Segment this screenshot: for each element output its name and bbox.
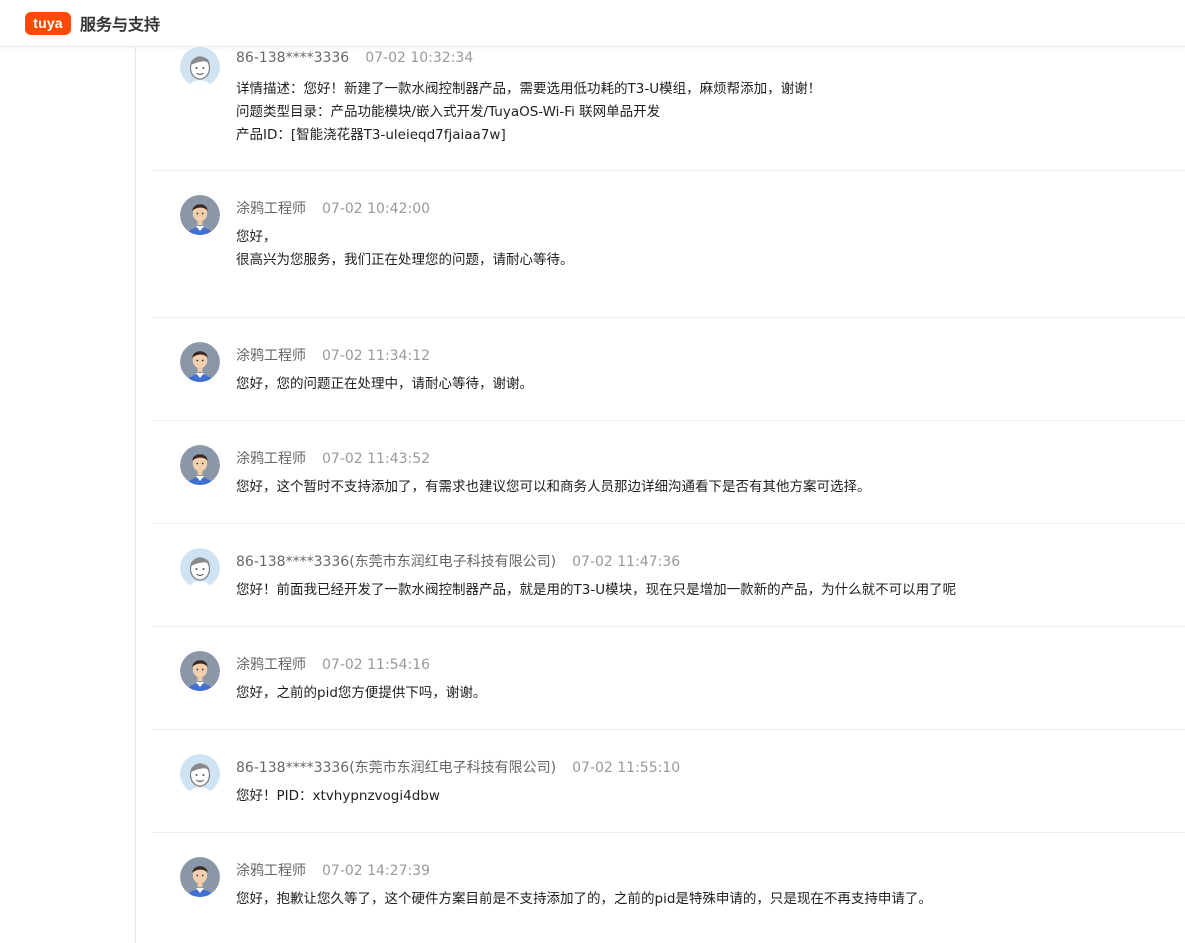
message-item: 涂鸦工程师 07-02 11:54:16 您好，之前的pid您方便提供下吗，谢谢。 — [152, 626, 1185, 730]
message-item: 涂鸦工程师 07-02 10:42:00 您好， 很高兴为您服务，我们正在处理您的… — [152, 170, 1185, 318]
message-line: 您好，这个暂时不支持添加了，有需求也建议您可以和商务人员那边详细沟通看下是否有其… — [236, 479, 871, 495]
message-body: 您好！PID：xtvhypnzvogi4dbw — [236, 785, 440, 808]
user-avatar-icon — [180, 548, 220, 588]
message-item: 86-138****3336(东莞市东润红电子科技有限公司) 07-02 11:4… — [152, 523, 1185, 627]
engineer-avatar-icon — [180, 651, 220, 691]
message-line: 您好， — [236, 229, 277, 245]
sender-name: 86-138****3336 — [236, 50, 350, 66]
page-title: 服务与支持 — [80, 15, 161, 34]
engineer-avatar-icon — [180, 342, 220, 382]
sender-name: 86-138****3336(东莞市东润红电子科技有限公司) — [236, 554, 557, 570]
message-list: 86-138****3336 07-02 10:32:34 详情描述：您好！新建了… — [136, 47, 1185, 943]
message-body: 您好，您的问题正在处理中，请耐心等待，谢谢。 — [236, 373, 533, 396]
left-sidebar — [0, 47, 136, 943]
message-time: 07-02 11:54:16 — [322, 657, 431, 673]
message-body: 您好， 很高兴为您服务，我们正在处理您的问题，请耐心等待。 — [236, 226, 574, 272]
message-body: 您好，之前的pid您方便提供下吗，谢谢。 — [236, 682, 486, 705]
sender-name: 涂鸦工程师 — [236, 863, 306, 879]
message-time: 07-02 14:27:39 — [322, 863, 431, 879]
message-time: 07-02 10:32:34 — [365, 50, 474, 66]
sender-name: 86-138****3336(东莞市东润红电子科技有限公司) — [236, 760, 557, 776]
message-body: 您好！前面我已经开发了一款水阀控制器产品，就是用的T3-U模块，现在只是增加一款… — [236, 579, 956, 602]
message-line: 问题类型目录：产品功能模块/嵌入式开发/TuyaOS-Wi-Fi 联网单品开发 — [236, 104, 661, 120]
engineer-avatar-icon — [180, 445, 220, 485]
message-line: 您好，之前的pid您方便提供下吗，谢谢。 — [236, 685, 487, 701]
user-avatar-icon — [180, 754, 220, 794]
message-time: 07-02 10:42:00 — [322, 201, 431, 217]
message-body: 详情描述：您好！新建了一款水阀控制器产品，需要选用低功耗的T3-U模组，麻烦帮添… — [236, 78, 821, 147]
message-line: 很高兴为您服务，我们正在处理您的问题，请耐心等待。 — [236, 252, 574, 268]
engineer-avatar-icon — [180, 857, 220, 897]
user-avatar-icon — [180, 47, 220, 87]
message-time: 07-02 11:55:10 — [572, 760, 681, 776]
message-time: 07-02 11:34:12 — [322, 348, 431, 364]
message-line: 您好！PID：xtvhypnzvogi4dbw — [236, 788, 440, 804]
message-item: 涂鸦工程师 07-02 11:43:52 您好，这个暂时不支持添加了，有需求也建议… — [152, 420, 1185, 524]
sender-name: 涂鸦工程师 — [236, 201, 306, 217]
top-header: tuya 服务与支持 — [0, 0, 1185, 47]
message-body: 您好，这个暂时不支持添加了，有需求也建议您可以和商务人员那边详细沟通看下是否有其… — [236, 476, 871, 499]
sender-name: 涂鸦工程师 — [236, 348, 306, 364]
message-item: 涂鸦工程师 07-02 11:34:12 您好，您的问题正在处理中，请耐心等待，谢… — [152, 317, 1185, 421]
tuya-logo[interactable]: tuya — [25, 11, 71, 35]
message-line: 您好，抱歉让您久等了，这个硬件方案目前是不支持添加了的，之前的pid是特殊申请的… — [236, 891, 932, 907]
message-body: 您好，抱歉让您久等了，这个硬件方案目前是不支持添加了的，之前的pid是特殊申请的… — [236, 888, 932, 911]
message-time: 07-02 11:43:52 — [322, 451, 431, 467]
message-item: 86-138****3336(东莞市东润红电子科技有限公司) 07-02 11:5… — [152, 729, 1185, 833]
engineer-avatar-icon — [180, 195, 220, 235]
message-line: 您好，您的问题正在处理中，请耐心等待，谢谢。 — [236, 376, 533, 392]
message-time: 07-02 11:47:36 — [572, 554, 681, 570]
sender-name: 涂鸦工程师 — [236, 657, 306, 673]
message-item: 86-138****3336 07-02 10:32:34 详情描述：您好！新建了… — [152, 47, 1185, 171]
sender-name: 涂鸦工程师 — [236, 451, 306, 467]
message-line: 您好！前面我已经开发了一款水阀控制器产品，就是用的T3-U模块，现在只是增加一款… — [236, 582, 957, 598]
message-line: 详情描述：您好！新建了一款水阀控制器产品，需要选用低功耗的T3-U模组，麻烦帮添… — [236, 81, 822, 97]
message-item: 涂鸦工程师 07-02 14:27:39 您好，抱歉让您久等了，这个硬件方案目前是… — [152, 832, 1185, 943]
message-line: 产品ID：[智能浇花器T3-uleieqd7fjaiaa7w] — [236, 127, 506, 143]
